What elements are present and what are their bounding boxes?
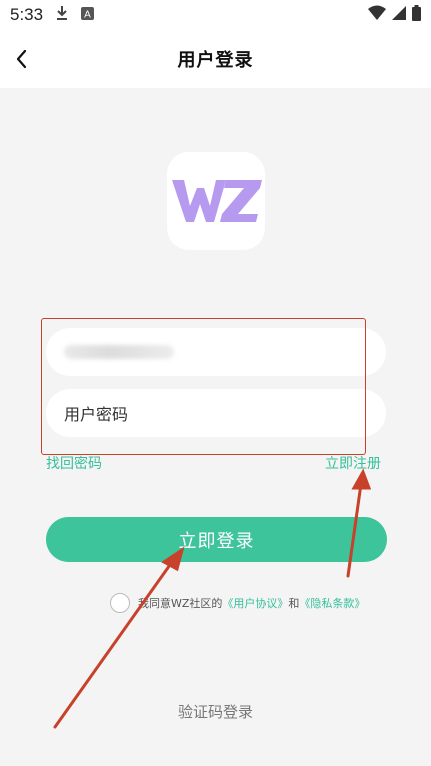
register-link[interactable]: 立即注册 xyxy=(325,453,381,473)
wifi-icon xyxy=(368,5,386,25)
signal-icon xyxy=(392,5,406,25)
agreement-prefix: 我同意WZ社区的 xyxy=(138,597,223,610)
nav-bar: 用户登录 xyxy=(0,30,431,88)
annotation-arrows xyxy=(53,468,372,729)
agreement-row: 我同意WZ社区的 《用户协议》 和 《隐私条款》 xyxy=(110,593,365,613)
battery-icon xyxy=(412,5,421,25)
agreement-and: 和 xyxy=(288,597,300,610)
chevron-left-icon[interactable] xyxy=(10,44,40,74)
user-agreement-link[interactable]: 《用户协议》 xyxy=(222,595,288,611)
download-icon xyxy=(55,5,69,25)
privacy-policy-link[interactable]: 《隐私条款》 xyxy=(299,595,365,611)
agreement-checkbox[interactable] xyxy=(110,593,130,613)
forgot-password-link[interactable]: 找回密码 xyxy=(46,453,102,473)
a-badge-icon: A xyxy=(81,6,95,24)
status-time: 5:33 xyxy=(10,5,44,24)
account-input[interactable] xyxy=(46,328,386,376)
app-logo xyxy=(167,152,265,250)
login-button[interactable]: 立即登录 xyxy=(46,517,387,562)
wz-logo-icon xyxy=(172,180,262,222)
sms-code-login-link[interactable]: 验证码登录 xyxy=(0,701,431,722)
svg-text:A: A xyxy=(84,9,91,20)
obscured-account-value xyxy=(64,345,174,359)
annotation-arrowhead-register xyxy=(351,468,372,490)
password-input[interactable]: 用户密码 xyxy=(46,389,386,437)
password-placeholder: 用户密码 xyxy=(64,405,129,424)
page-title: 用户登录 xyxy=(177,50,254,71)
status-bar: 5:33 A xyxy=(0,0,431,30)
